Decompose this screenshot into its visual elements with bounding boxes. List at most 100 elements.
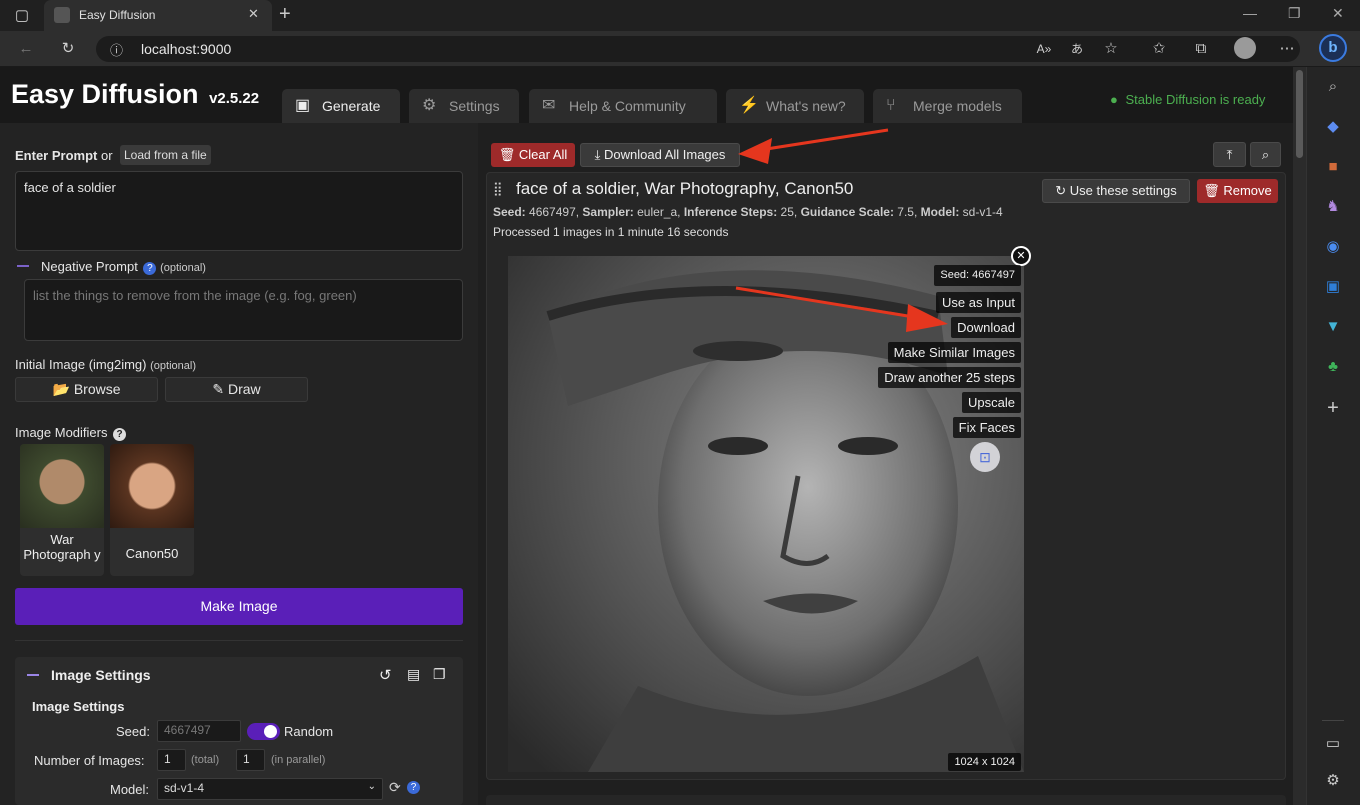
image-modifiers-label-row: Image Modifiers ? xyxy=(15,425,127,441)
meta-key: Model: xyxy=(920,205,960,219)
make-similar-button[interactable]: Make Similar Images xyxy=(887,342,1021,363)
outlook-icon[interactable]: ▣ xyxy=(1320,274,1346,300)
use-settings-label: Use these settings xyxy=(1069,183,1177,198)
browse-label: Browse xyxy=(73,381,121,397)
download-button[interactable]: Download xyxy=(951,317,1021,338)
clipboard-icon[interactable]: ▤ xyxy=(407,666,420,683)
scroll-top-button[interactable]: ⤒ xyxy=(1213,142,1246,167)
chevron-down-icon: ⌄ xyxy=(367,781,376,792)
scrollbar-thumb[interactable] xyxy=(1296,70,1303,158)
read-aloud-icon[interactable]: A» xyxy=(1031,36,1057,62)
tag-icon[interactable]: ◆ xyxy=(1320,114,1346,140)
use-settings-button[interactable]: ↻ Use these settings xyxy=(1042,179,1190,203)
folder-icon: 📂 xyxy=(52,381,70,397)
processed-text: Processed 1 images in 1 minute 16 second… xyxy=(493,225,729,239)
model-label: Model: xyxy=(110,782,150,797)
collapse-icon[interactable] xyxy=(27,674,39,676)
meta-value: 7.5 xyxy=(897,205,914,219)
upscale-button[interactable]: Upscale xyxy=(962,392,1021,413)
close-image-icon[interactable]: ✕ xyxy=(1011,246,1031,266)
make-image-button[interactable]: Make Image xyxy=(15,588,463,625)
info-icon[interactable]: ⓘ xyxy=(110,40,123,59)
clear-all-button[interactable]: 🗑 Clear All xyxy=(491,143,575,167)
add-icon[interactable]: + xyxy=(1320,395,1346,421)
zoom-button[interactable]: ⌕ xyxy=(1250,142,1281,167)
download-all-button[interactable]: ⤓ Download All Images xyxy=(580,143,740,167)
app-title: Easy Diffusion v2.5.22 xyxy=(11,79,259,110)
draw-another-steps-button[interactable]: Draw another 25 steps xyxy=(878,367,1021,388)
office-icon[interactable]: ◉ xyxy=(1320,234,1346,260)
tab-settings[interactable]: ⚙ Settings xyxy=(409,89,519,123)
scrollbar[interactable] xyxy=(1293,67,1306,805)
new-tab-icon[interactable]: + xyxy=(279,3,291,26)
negative-prompt-input[interactable]: list the things to remove from the image… xyxy=(24,279,463,341)
tab-label: What's new? xyxy=(766,98,846,114)
minimize-icon[interactable]: — xyxy=(1243,5,1257,21)
redo-icon: ↻ xyxy=(1055,183,1067,198)
favorite-star-icon[interactable]: ☆ xyxy=(1098,36,1124,62)
random-toggle[interactable] xyxy=(247,723,280,740)
random-label: Random xyxy=(284,724,334,739)
modifier-label: Canon50 xyxy=(125,546,179,561)
tab-whats-new[interactable]: ⚡ What's new? xyxy=(726,89,864,123)
modifier-card-war-photography[interactable]: War Photograph y xyxy=(20,444,104,576)
more-icon[interactable]: ⋯ xyxy=(1274,36,1300,62)
collapse-icon[interactable] xyxy=(17,265,29,267)
gear-icon: ⚙ xyxy=(422,97,437,114)
close-tab-icon[interactable]: ✕ xyxy=(248,6,259,22)
close-window-icon[interactable]: ✕ xyxy=(1332,5,1344,22)
profile-icon[interactable] xyxy=(1234,37,1256,59)
translate-icon[interactable]: あ xyxy=(1064,36,1090,62)
meta-value: sd-v1-4 xyxy=(962,205,1003,219)
meta-value: 4667497 xyxy=(529,205,576,219)
tab-merge-models[interactable]: ⑂ Merge models xyxy=(873,89,1022,123)
fix-faces-button[interactable]: Fix Faces xyxy=(952,417,1021,438)
trash-icon: 🗑 xyxy=(1203,183,1220,198)
meta-key: Inference Steps: xyxy=(683,205,778,219)
num-total-input[interactable]: 1 xyxy=(157,749,186,771)
optional-text: (optional) xyxy=(160,262,206,274)
arrow-annotation xyxy=(735,286,948,332)
drag-handle-icon[interactable]: ⣿ xyxy=(493,181,503,197)
seed-label: Seed: xyxy=(116,724,150,739)
modifier-card-canon50[interactable]: Canon50 xyxy=(110,444,194,576)
favorites-icon[interactable]: ✩ xyxy=(1146,36,1172,62)
refresh-icon[interactable]: ⟳ xyxy=(389,779,401,796)
seed-input[interactable]: 4667497 xyxy=(157,720,241,742)
help-icon[interactable]: ? xyxy=(143,262,157,275)
reload-icon[interactable]: ↻ xyxy=(55,36,81,62)
tab-generate[interactable]: ▣ Generate xyxy=(282,89,400,123)
sidebar-settings-icon[interactable]: ⚙ xyxy=(1320,768,1346,794)
prompt-input[interactable]: face of a soldier xyxy=(15,171,463,251)
modifier-thumbnail xyxy=(20,444,104,528)
sidebar-toggle-icon[interactable]: ▢ xyxy=(9,3,35,29)
copy-icon[interactable]: ❐ xyxy=(433,666,446,683)
num-parallel-input[interactable]: 1 xyxy=(236,749,265,771)
tools-icon[interactable]: ■ xyxy=(1320,154,1346,180)
back-icon[interactable]: ← xyxy=(13,36,39,62)
bing-icon[interactable]: b xyxy=(1319,34,1347,62)
sidebar-layout-icon[interactable]: ▭ xyxy=(1320,731,1346,757)
load-from-file-button[interactable]: Load from a file xyxy=(120,145,211,165)
search-icon[interactable]: ⌕ xyxy=(1320,74,1346,100)
games-icon[interactable]: ♞ xyxy=(1320,194,1346,220)
help-icon[interactable]: ? xyxy=(113,428,127,441)
model-value: sd-v1-4 xyxy=(164,781,205,795)
lens-icon[interactable]: ⊡ xyxy=(970,442,1000,472)
restore-icon[interactable]: ❐ xyxy=(1288,5,1301,22)
prompt-label-row: Enter Prompt or xyxy=(15,148,113,163)
drop-icon[interactable]: ▼ xyxy=(1320,314,1346,340)
undo-icon[interactable]: ↺ xyxy=(379,666,392,684)
collections-icon[interactable]: ⧉ xyxy=(1188,36,1214,62)
tab-help[interactable]: ✉ Help & Community xyxy=(529,89,717,123)
browse-button[interactable]: 📂 Browse xyxy=(15,377,158,402)
remove-button[interactable]: 🗑 Remove xyxy=(1197,179,1278,203)
task-title: face of a soldier, War Photography, Cano… xyxy=(516,179,854,198)
app-title-text: Easy Diffusion xyxy=(11,79,199,109)
tree-icon[interactable]: ♣ xyxy=(1320,354,1346,380)
browser-tab[interactable]: Easy Diffusion ✕ xyxy=(44,0,272,31)
num-images-label: Number of Images: xyxy=(34,753,145,768)
model-select[interactable]: sd-v1-4 ⌄ xyxy=(157,778,383,800)
help-icon[interactable]: ? xyxy=(407,781,420,794)
draw-button[interactable]: ✎ Draw xyxy=(165,377,308,402)
